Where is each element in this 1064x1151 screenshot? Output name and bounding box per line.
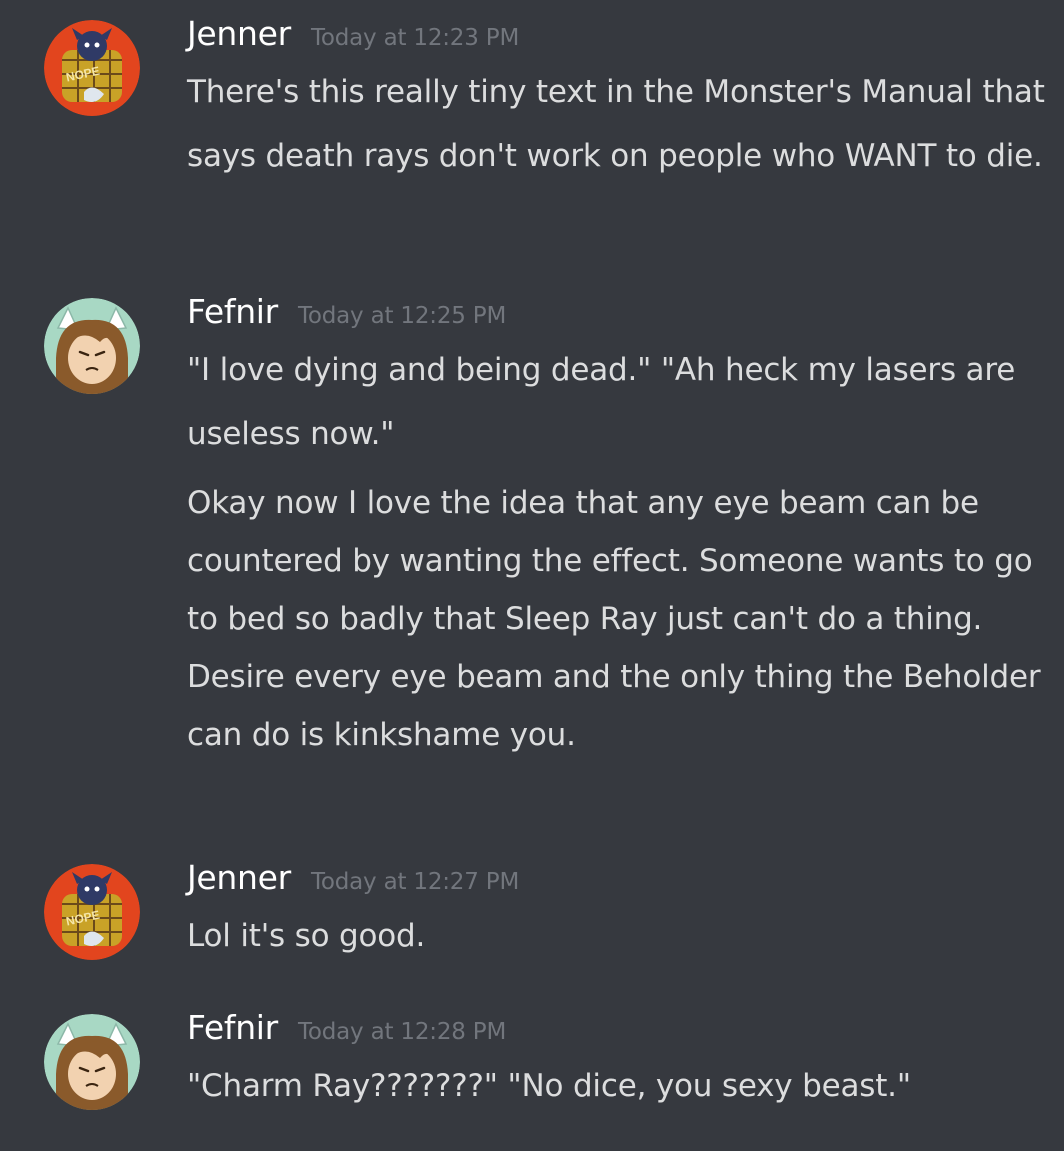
message-text: "I love dying and being dead." "Ah heck … [187, 352, 1016, 452]
avatar[interactable]: NOPE [44, 864, 140, 960]
avatar[interactable]: NOPE [44, 20, 140, 116]
horned-character-avatar-icon [44, 298, 140, 394]
author-name[interactable]: Jenner [187, 14, 291, 53]
message-header: Fefnir Today at 12:28 PM [187, 1008, 1050, 1054]
message-text: Desire every eye beam and the only thing… [187, 659, 1041, 753]
message-timestamp[interactable]: Today at 12:25 PM [298, 303, 506, 329]
nope-jester-avatar-icon: NOPE [44, 864, 140, 960]
message-timestamp[interactable]: Today at 12:28 PM [298, 1019, 506, 1045]
message-content: Fefnir Today at 12:25 PM "I love dying a… [187, 292, 1050, 764]
horned-character-avatar-icon [44, 1014, 140, 1110]
message-content: Fefnir Today at 12:28 PM "Charm Ray?????… [187, 1008, 1050, 1118]
message-text: Okay now I love the idea that any eye be… [187, 485, 1033, 637]
message-timestamp[interactable]: Today at 12:27 PM [311, 869, 519, 895]
avatar[interactable] [44, 298, 140, 394]
author-name[interactable]: Fefnir [187, 1008, 278, 1047]
message-header: Jenner Today at 12:23 PM [187, 14, 1050, 60]
author-name[interactable]: Jenner [187, 858, 291, 897]
chat-message-list: NOPE Jenner Today at 12:23 PM There's th… [0, 0, 1064, 1151]
message-text: Lol it's so good. [187, 918, 426, 954]
message-timestamp[interactable]: Today at 12:23 PM [311, 25, 519, 51]
message-content: Jenner Today at 12:23 PM There's this re… [187, 14, 1050, 188]
message-header: Jenner Today at 12:27 PM [187, 858, 1050, 904]
author-name[interactable]: Fefnir [187, 292, 278, 331]
nope-jester-avatar-icon: NOPE [44, 20, 140, 116]
message-header: Fefnir Today at 12:25 PM [187, 292, 1050, 338]
avatar[interactable] [44, 1014, 140, 1110]
message-text: "Charm Ray???????" "No dice, you sexy be… [187, 1068, 911, 1104]
message-text: There's this really tiny text in the Mon… [187, 74, 1045, 174]
message-content: Jenner Today at 12:27 PM Lol it's so goo… [187, 858, 1050, 968]
